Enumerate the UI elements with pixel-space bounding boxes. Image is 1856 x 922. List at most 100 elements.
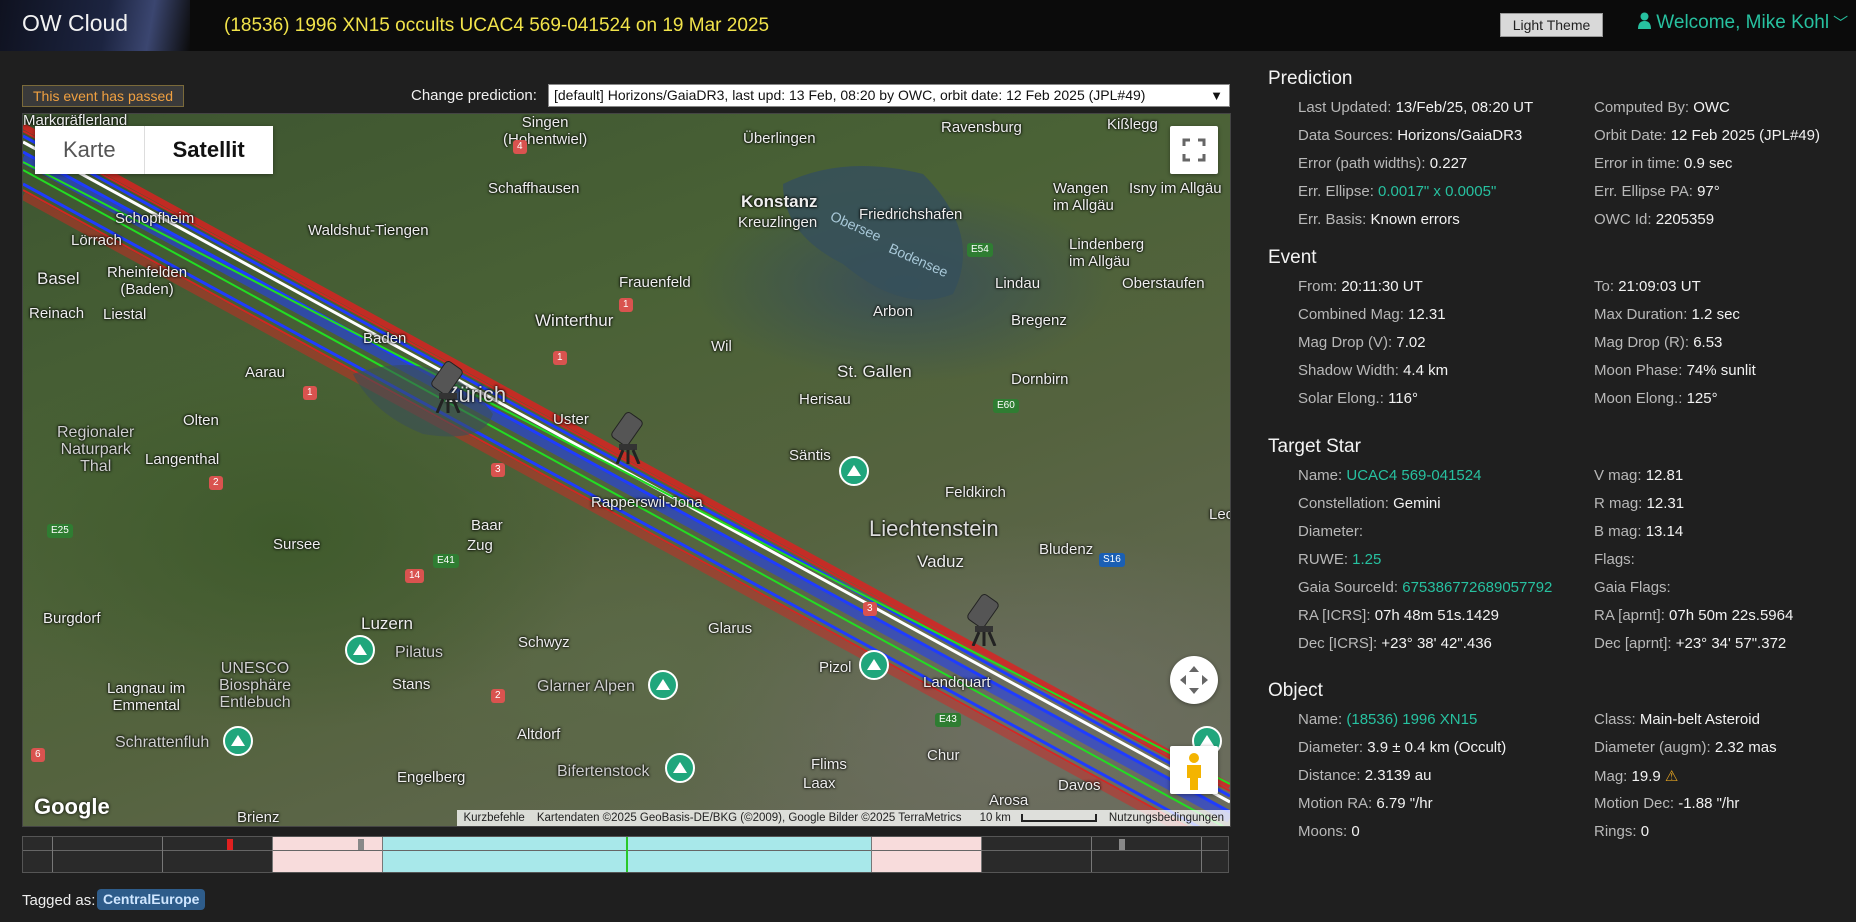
kv-value: Gemini (1393, 495, 1441, 512)
user-menu[interactable]: Welcome, Mike Kohl ﹀ (1638, 12, 1848, 34)
kv-key: B mag: (1594, 523, 1642, 540)
user-icon (1638, 12, 1651, 29)
event-to: To: 21:09:03 UT (1594, 278, 1701, 295)
prediction-err-ellipse: Err. Ellipse: 0.0017" x 0.0005" (1298, 183, 1496, 200)
err-ellipse-link[interactable]: 0.0017" x 0.0005" (1378, 183, 1496, 200)
road-shield: E60 (993, 399, 1019, 413)
kv-key: Flags: (1594, 551, 1635, 568)
mountain-peak-icon[interactable] (345, 635, 375, 665)
kv-key: Err. Ellipse PA: (1594, 183, 1693, 200)
map-label: Glarus (708, 620, 753, 637)
kv-key: Class: (1594, 711, 1636, 728)
keyboard-shortcuts-link[interactable]: Kurzbefehle (457, 810, 530, 826)
kv-value: 2205359 (1655, 211, 1715, 228)
map-label: Landquart (923, 674, 991, 691)
street-view-pegman-button[interactable] (1170, 746, 1218, 794)
map-label: Lörrach (71, 232, 122, 249)
map-label: Rheinfelden (Baden) (107, 264, 188, 298)
map-label: Kreuzlingen (738, 214, 818, 231)
map-label: Chur (927, 747, 960, 764)
kv-key: Moon Phase: (1594, 362, 1683, 379)
mountain-peak-icon[interactable] (648, 670, 678, 700)
object-class: Class: Main-belt Asteroid (1594, 711, 1760, 728)
event-moon-phase: Moon Phase: 74% sunlit (1594, 362, 1756, 379)
prediction-err-basis: Err. Basis: Known errors (1298, 211, 1460, 228)
kv-value: 2.32 mas (1714, 739, 1777, 756)
timeline-observer-marker[interactable] (227, 839, 233, 850)
kv-value[interactable]: 12 Feb 2025 (JPL#49) (1671, 127, 1820, 144)
timeline-tick (1201, 837, 1202, 872)
target-flags: Flags: (1594, 551, 1635, 568)
gaia-source-link[interactable]: 675386772689057792 (1402, 579, 1552, 596)
kv-value: 07h 50m 22s.5964 (1669, 607, 1794, 624)
map-label: Wangen im Allgäu (1053, 180, 1114, 214)
road-shield: 1 (553, 351, 567, 365)
map-label: Liechtenstein (869, 516, 999, 541)
mountain-peak-icon[interactable] (223, 726, 253, 756)
object-section-title: Object (1268, 680, 1323, 701)
target-r-mag: R mag: 12.31 (1594, 495, 1684, 512)
brand-logo[interactable]: OW Cloud (0, 0, 190, 51)
map-type-karte-button[interactable]: Karte (35, 126, 144, 174)
tag-centraleurope[interactable]: CentralEurope (97, 889, 206, 910)
map-label: Überlingen (743, 130, 816, 147)
map-label: Isny im Allgäu (1129, 180, 1222, 197)
camera-control-button[interactable] (1170, 656, 1218, 704)
kv-value: 7.02 (1396, 334, 1426, 351)
light-theme-button[interactable]: Light Theme (1500, 13, 1603, 37)
object-diameter-augm: Diameter (augm): 2.32 mas (1594, 739, 1777, 756)
kv-key: Data Sources: (1298, 127, 1394, 144)
object-motion-dec: Motion Dec: -1.88 "/hr (1594, 795, 1739, 812)
map-scale[interactable]: 10 km (968, 810, 1103, 826)
kv-value: 0.227 (1429, 155, 1468, 172)
path-line (23, 153, 1230, 823)
event-timeline[interactable] (22, 836, 1229, 873)
kv-key: RUWE: (1298, 551, 1348, 568)
map-type-satellite-button[interactable]: Satellit (143, 126, 273, 174)
kv-key: Moon Elong.: (1594, 390, 1683, 407)
prediction-error-time: Error in time: 0.9 sec (1594, 155, 1732, 172)
map-label: Oberstaufen (1122, 275, 1205, 292)
target-gaia-flags: Gaia Flags: (1594, 579, 1671, 596)
map-type-toggle[interactable]: Karte Satellit (35, 126, 273, 174)
map-label: Arbon (873, 303, 914, 320)
object-rings: Rings: 0 (1594, 823, 1649, 840)
map-label: Aarau (245, 364, 286, 381)
mountain-peak-icon[interactable] (859, 650, 889, 680)
ruwe-link[interactable]: 1.25 (1352, 551, 1381, 568)
timeline-central-marker (626, 837, 628, 872)
map-label: Feldkirch (945, 484, 1006, 501)
telescope-observer-icon[interactable] (611, 410, 645, 464)
brand-title[interactable]: OW Cloud (22, 10, 128, 37)
kv-key: RA [aprnt]: (1594, 607, 1665, 624)
fullscreen-button[interactable] (1170, 126, 1218, 174)
warning-icon[interactable]: ⚠ (1665, 768, 1678, 785)
timeline-observer-marker[interactable] (358, 839, 364, 850)
kv-key: Mag: (1594, 768, 1628, 785)
road-shield: 1 (619, 298, 633, 312)
kv-value: Main-belt Asteroid (1639, 711, 1760, 728)
object-name: Name: (18536) 1996 XN15 (1298, 711, 1477, 728)
prediction-select[interactable]: [default] Horizons/GaiaDR3, last upd: 13… (548, 84, 1230, 107)
road-shield: 6 (31, 748, 45, 762)
telescope-observer-icon[interactable] (431, 359, 465, 413)
kv-key: Max Duration: (1594, 306, 1688, 323)
mountain-peak-icon[interactable] (839, 456, 869, 486)
timeline-uncertainty-segment (272, 837, 382, 872)
event-section-title: Event (1268, 247, 1317, 268)
prediction-err-ellipse-pa: Err. Ellipse PA: 97° (1594, 183, 1720, 200)
timeline-observer-marker[interactable] (1119, 839, 1125, 850)
road-shield: S16 (1099, 553, 1125, 567)
prediction-last-updated: Last Updated: 13/Feb/25, 08:20 UT (1298, 99, 1533, 116)
kv-value: 07h 48m 51s.1429 (1374, 607, 1499, 624)
map-label: Pilatus (395, 644, 444, 661)
road-shield: 1 (303, 386, 317, 400)
target-star-link[interactable]: UCAC4 569-041524 (1346, 467, 1481, 484)
map-view[interactable]: Markgräflerland Singen (Hohentwiel) Über… (22, 113, 1231, 827)
terms-link[interactable]: Nutzungsbedingungen (1103, 810, 1230, 826)
object-name-link[interactable]: (18536) 1996 XN15 (1346, 711, 1477, 728)
telescope-observer-icon[interactable] (967, 592, 1001, 646)
mountain-peak-icon[interactable] (665, 753, 695, 783)
kv-value: 6.79 "/hr (1376, 795, 1433, 812)
map-label: Flims (811, 756, 847, 773)
